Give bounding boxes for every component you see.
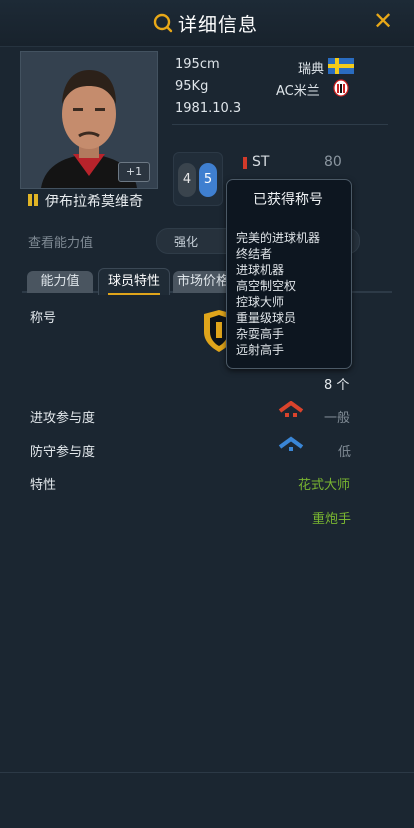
defense-arrow-icon	[278, 436, 304, 451]
tab-ability[interactable]: 能力值	[27, 271, 93, 293]
right-foot-rating: 5	[199, 163, 217, 197]
tooltip-item: 完美的进球机器	[236, 231, 321, 245]
trait-item: 花式大师	[298, 478, 351, 493]
attack-involvement-value: 一般	[324, 411, 351, 426]
page-title: 详细信息	[178, 14, 259, 36]
tooltip-item: 进球机器	[236, 263, 285, 277]
player-nation: 瑞典	[298, 62, 325, 77]
player-weight: 95Kg	[175, 79, 209, 94]
left-foot-rating: 4	[178, 163, 196, 197]
traits-label: 特性	[30, 478, 57, 493]
tooltip-item: 终结者	[236, 247, 273, 261]
player-height: 195cm	[175, 57, 220, 72]
position-marker	[243, 157, 247, 169]
close-icon[interactable]: ✕	[373, 7, 393, 35]
info-divider	[172, 124, 388, 125]
position-rating: 80	[324, 154, 342, 170]
club-crest-icon	[333, 79, 349, 97]
active-tab-indicator	[108, 293, 160, 295]
attack-arrow-icon	[278, 401, 304, 417]
search-icon	[153, 13, 173, 33]
tab-player-traits[interactable]: 球员特性	[98, 268, 170, 295]
enhance-option[interactable]: 强化	[174, 233, 198, 250]
position-label: ST	[252, 154, 270, 170]
player-birthdate: 1981.10.3	[175, 101, 242, 116]
rank-icon	[28, 194, 38, 206]
tooltip-item: 远射高手	[236, 343, 285, 357]
trait-item: 重炮手	[312, 512, 352, 527]
tooltip-title: 已获得称号	[253, 192, 323, 208]
tooltip-item: 控球大师	[236, 295, 285, 309]
tooltip-item: 杂耍高手	[236, 327, 285, 341]
close-button[interactable]: ✕	[370, 8, 396, 34]
tooltip-item: 高空制空权	[236, 279, 297, 293]
tooltip-item: 重量级球员	[236, 311, 297, 325]
attack-involvement-label: 进攻参与度	[30, 411, 96, 426]
bottom-divider	[0, 772, 414, 773]
titles-label: 称号	[30, 311, 57, 326]
titles-count: 8 个	[324, 378, 350, 393]
ability-view-label: 查看能力值	[28, 236, 94, 251]
sweden-flag-icon	[328, 58, 354, 74]
defense-involvement-value: 低	[338, 445, 352, 460]
upgrade-badge: +1	[118, 162, 150, 182]
player-club: AC米兰	[276, 84, 320, 99]
defense-involvement-label: 防守参与度	[30, 445, 96, 460]
tab-market-price[interactable]: 市场价格	[173, 271, 233, 293]
player-name: 伊布拉希莫维奇	[45, 194, 143, 210]
